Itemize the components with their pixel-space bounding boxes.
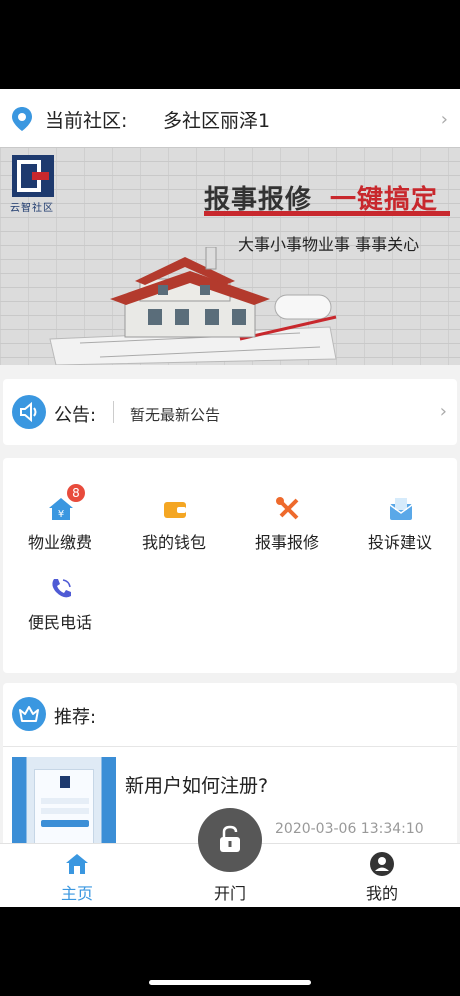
- article-time: 2020-03-06 13:34:10: [275, 821, 424, 837]
- service-label: 投诉建议: [367, 533, 432, 552]
- services-grid: ¥ 8 物业缴费 我的钱包 报事报修 投诉建议 便民电话: [3, 458, 457, 673]
- article-thumbnail: [12, 757, 116, 847]
- house-illustration: [49, 247, 337, 365]
- notice-bar[interactable]: 公告: 暂无最新公告 ›: [3, 379, 457, 445]
- user-icon: [370, 852, 394, 876]
- banner-underline: [204, 211, 450, 216]
- community-selector[interactable]: 当前社区: 多社区丽泽1 ›: [0, 89, 460, 147]
- community-value: 多社区丽泽1: [163, 110, 271, 132]
- chevron-right-icon: ›: [439, 401, 447, 422]
- app-logo: [12, 155, 54, 197]
- location-pin-icon: [12, 107, 32, 131]
- recommend-header: 推荐:: [3, 683, 457, 747]
- mail-icon: [389, 498, 413, 520]
- service-wallet[interactable]: 我的钱包: [119, 496, 229, 566]
- notice-text: 暂无最新公告: [130, 406, 221, 424]
- service-repair[interactable]: 报事报修: [232, 496, 342, 566]
- article-title: 新用户如何注册?: [125, 775, 269, 797]
- logo-text: 云智社区: [10, 203, 54, 214]
- home-icon: [66, 854, 88, 874]
- service-label: 物业缴费: [27, 533, 92, 552]
- phone-screen-image: [34, 769, 94, 847]
- tab-home[interactable]: 主页: [17, 844, 137, 907]
- promo-banner[interactable]: 云智社区 报事报修 一键搞定 大事小事物业事 事事关心: [0, 147, 460, 365]
- service-label: 我的钱包: [141, 533, 206, 552]
- service-label: 便民电话: [27, 613, 92, 632]
- svg-text:¥: ¥: [58, 509, 64, 520]
- community-label: 当前社区:: [45, 110, 128, 132]
- app-screen: 当前社区: 多社区丽泽1 › 云智社区 报事报修 一键搞定 大事小事物业事 事事…: [0, 89, 460, 907]
- wallet-icon: [164, 502, 186, 518]
- tab-me-label: 我的: [365, 884, 398, 903]
- tab-open-label: 开门: [213, 884, 246, 903]
- notice-title: 公告:: [54, 405, 97, 426]
- notice-divider: [113, 401, 114, 423]
- service-complaint[interactable]: 投诉建议: [345, 496, 455, 566]
- tools-icon: [276, 497, 299, 520]
- unread-badge: 8: [67, 484, 85, 502]
- home-indicator: [149, 980, 311, 985]
- open-door-button[interactable]: [198, 808, 262, 872]
- recommend-title: 推荐:: [54, 707, 97, 728]
- lock-icon: [220, 825, 240, 852]
- crown-icon: [12, 697, 46, 731]
- chevron-right-icon: ›: [440, 109, 448, 130]
- tab-home-label: 主页: [60, 884, 93, 903]
- service-hotline[interactable]: 便民电话: [5, 576, 115, 646]
- service-label: 报事报修: [254, 533, 319, 552]
- service-property-fee[interactable]: ¥ 8 物业缴费: [5, 484, 115, 566]
- tab-me[interactable]: 我的: [322, 844, 442, 907]
- phone-icon: [52, 579, 71, 598]
- speaker-icon: [12, 395, 46, 429]
